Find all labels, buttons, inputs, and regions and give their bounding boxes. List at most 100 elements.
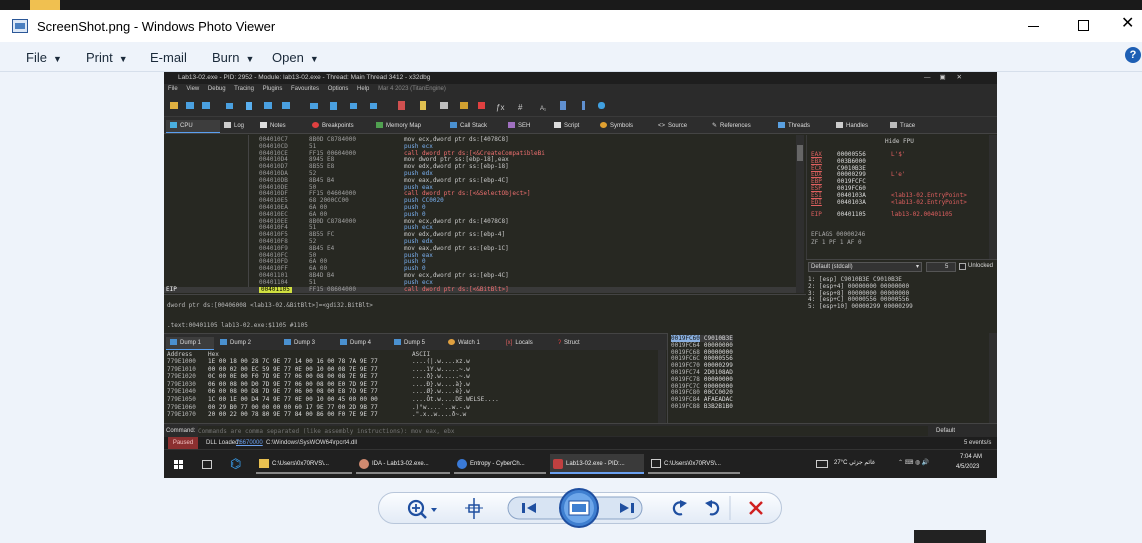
minimize-button[interactable] [1028,26,1039,27]
debugger-tabs: CPU Log Notes Breakpoints Memory Map Cal… [164,117,997,134]
toolbar-icons[interactable]: ƒx # A₁ [164,95,614,117]
clock-time[interactable]: 7:04 AM [960,454,982,460]
taskbar-ida[interactable]: IDA - Lab13-02.exe... [356,454,450,474]
file-menu[interactable]: File ▼ [26,50,62,65]
open-menu[interactable]: Open ▼ [272,50,319,65]
zoom-icon[interactable] [407,499,437,519]
regs-scrollbar[interactable] [989,135,997,259]
registers-panel[interactable]: Hide FPU EAX 00000556 L'$' EBX 003B6000 ECX C9… [806,135,997,259]
tab-dump-3[interactable]: Dump 3 [280,337,315,350]
tab-symbols[interactable]: Symbols [596,120,633,133]
clock-date[interactable]: 4/5/2023 [956,464,979,470]
stack-scrollbar[interactable] [989,333,997,423]
disasm-scrollbar[interactable] [796,135,804,293]
dbg-menu-view[interactable]: View [186,86,199,92]
tab-memory-map[interactable]: Memory Map [372,120,421,133]
dump-tabs: Dump 1 Dump 2 Dump 3 Dump 4 Dump 5 Watch… [164,333,667,350]
dump-row[interactable]: 779E1000 1E 00 18 00 28 7C 9E 77 14 00 16… [167,358,657,365]
dump-scrollbar[interactable] [658,350,666,423]
dbg-menu-plugins[interactable]: Plugins [263,86,283,92]
taskbar-x32dbg[interactable]: Lab13-02.exe - PID:... [550,454,644,474]
stack-row[interactable]: 0019FC88 B3B2B1B0 [671,403,733,410]
hide-fpu-button[interactable]: Hide FPU [885,138,914,145]
disasm-instruction: call dword ptr ds:[<&BitBlt>] [404,285,509,293]
chevron-down-icon: ▼ [52,54,62,64]
print-menu[interactable]: Print ▼ [86,50,128,65]
vscode-icon[interactable]: ⌬ [230,457,241,471]
tab-dump-5[interactable]: Dump 5 [390,337,425,350]
hex-dump-view[interactable]: Address Hex ASCII 779E1000 1E 00 18 00 28… [164,350,667,423]
close-window-button[interactable]: ✕ [1121,13,1134,33]
taskbar-cyberchef[interactable]: Entropy - CyberCh... [454,454,546,474]
tab-script[interactable]: Script [550,120,579,133]
tab-dump-2[interactable]: Dump 2 [216,337,251,350]
tab-breakpoints[interactable]: Breakpoints [308,120,354,133]
windows-start-icon[interactable] [174,460,183,469]
maximize-button[interactable] [1078,20,1089,31]
slideshow-icon[interactable] [559,488,599,528]
stack-view[interactable]: 0019FC60 C9010B3E 0019FC64 00000000 0019FC68… [667,333,997,423]
keyboard-icon[interactable] [816,460,828,468]
register-row[interactable]: EDI 0040103A <lab13-02.EntryPoint> [811,199,967,206]
eip-register-row[interactable]: EIP 00401105 lab13-02.00401105 [811,211,952,218]
tab-references[interactable]: ✎ References [708,120,751,133]
chevron-down-icon: ▼ [118,54,128,64]
dump-row[interactable]: 779E1050 1C 00 1E 00 D4 74 9E 77 0E 00 10… [167,396,657,403]
dump-row[interactable]: 779E1020 0C 00 0E 00 F0 7D 9E 77 06 00 08… [167,373,657,380]
argument-row: 5: [esp+10] 00000299 00000299 [808,303,913,311]
actual-size-icon[interactable] [465,498,483,519]
debugger-menu-bar: File View Debug Tracing Plugins Favourit… [164,84,997,95]
dbg-menu-debug[interactable]: Debug [208,86,226,92]
dbg-menu-tracing[interactable]: Tracing [234,86,254,92]
task-view-icon[interactable] [202,460,212,469]
taskbar-console[interactable]: C:\Users\0x70RVS\... [648,454,740,474]
disassembly-view[interactable]: 004010C7 8B0D C8784000 mov ecx,dword ptr d… [164,135,806,294]
rotate-ccw-icon[interactable] [672,500,687,516]
disasm-row[interactable]: EIP 00401105 FF15 08604000 call dword ptr d… [164,285,804,294]
dump-row[interactable]: 779E1010 00 00 02 00 EC 59 9E 77 0E 00 10… [167,366,657,373]
tab-struct[interactable]: ʔ Struct [554,337,580,350]
tray-icons[interactable]: ⌃ ⌨ ◍ 🔊 [898,459,929,466]
dump-row[interactable]: 779E1030 06 00 08 00 D0 7D 9E 77 06 00 08… [167,381,657,388]
dump-row[interactable]: 779E1070 20 00 22 00 78 80 9E 77 84 00 86… [167,411,657,418]
rotate-cw-icon[interactable] [705,500,720,516]
dump-row[interactable]: 779E1040 06 00 08 00 D8 7D 9E 77 06 00 08… [167,388,657,395]
arg-count-spinner[interactable]: 5 [926,262,956,272]
tab-handles[interactable]: Handles [832,120,868,133]
dbg-menu-file[interactable]: File [168,86,178,92]
tab-threads[interactable]: Threads [774,120,810,133]
chevron-down-icon: ▼ [245,54,255,64]
unlocked-label: Unlocked [968,263,994,269]
help-icon[interactable]: ? [1125,47,1141,63]
menu-bar: File ▼ Print ▼ E-mail Burn ▼ Open ▼ ? [0,42,1142,72]
status-dll-address[interactable]: 76670000 [236,437,263,449]
dbg-menu-help[interactable]: Help [357,86,369,92]
tab-call-stack[interactable]: Call Stack [446,120,487,133]
unlocked-checkbox[interactable] [959,263,966,270]
info-panel: dword ptr ds:[00406008 <lab13-02.&BitBlt… [164,294,806,332]
status-dll-path: C:\Windows\SysWOW64\rpcrt4.dll [266,440,358,446]
dump-row[interactable]: 779E1060 00 29 B0 77 00 00 00 00 60 17 9E… [167,404,657,411]
taskbar-explorer-1[interactable]: C:\Users\0x70RVS\... [256,454,352,474]
eflags-row: EFLAGS 00000246 [811,231,866,238]
dbg-menu-favourites[interactable]: Favourites [291,86,319,92]
tab-notes[interactable]: Notes [256,120,286,133]
tab-source[interactable]: <> Source [654,120,687,133]
tab-locals[interactable]: [x] Locals [502,337,533,350]
tab-watch-1[interactable]: Watch 1 [444,337,480,350]
weather-label[interactable]: 27°C غائم جزئي [834,459,875,466]
tab-dump-1[interactable]: Dump 1 [166,337,214,350]
burn-menu[interactable]: Burn ▼ [212,50,254,65]
tab-cpu[interactable]: CPU [166,120,220,133]
tab-dump-4[interactable]: Dump 4 [336,337,371,350]
tab-log[interactable]: Log [220,120,244,133]
calling-convention-select[interactable]: Default (stdcall) ▾ [808,262,922,272]
dbg-menu-options[interactable]: Options [328,86,349,92]
command-input[interactable] [198,426,928,436]
debugger-title: Lab13-02.exe - PID: 2952 - Module: lab13… [164,72,997,84]
tab-trace[interactable]: Trace [886,120,915,133]
email-button[interactable]: E-mail [150,50,187,65]
delete-icon[interactable] [749,501,763,515]
tab-seh[interactable]: SEH [504,120,530,133]
command-mode-select[interactable]: Default [936,424,955,438]
